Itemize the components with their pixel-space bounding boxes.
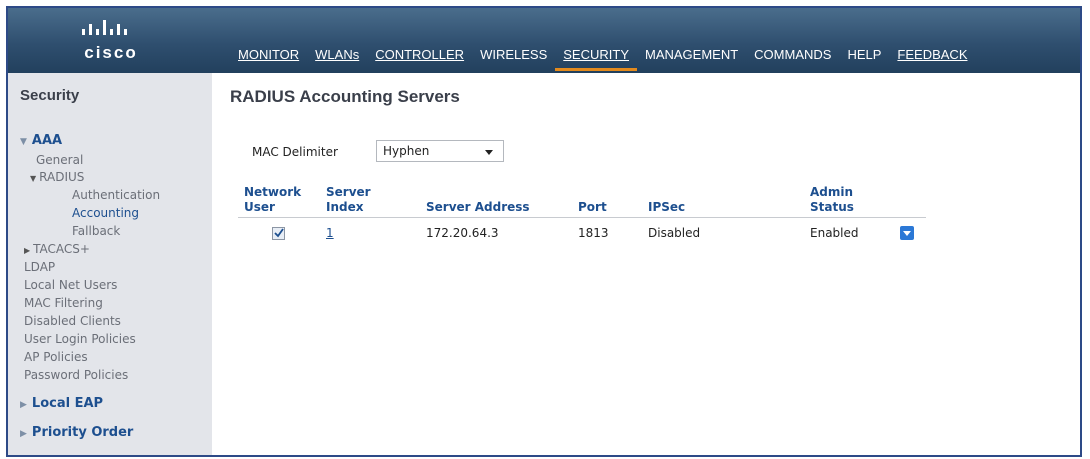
menu-monitor[interactable]: MONITOR [230, 44, 307, 71]
menu-feedback[interactable]: FEEDBACK [889, 44, 975, 71]
sidebar-item-mac-filtering[interactable]: MAC Filtering [24, 296, 103, 310]
col-network-user-line2: User [244, 200, 275, 214]
menu-controller-label: CONTROLLER [375, 47, 465, 62]
sidebar-item-radius-label: RADIUS [39, 170, 85, 184]
row-actions-dropdown-icon[interactable] [900, 226, 914, 241]
table-row: 1 172.20.64.3 1813 Disabled Enabled [238, 218, 926, 247]
col-actions [894, 185, 926, 218]
chevron-right-icon: ▶ [20, 429, 27, 439]
menu-controller[interactable]: CONTROLLER [367, 44, 472, 71]
sidebar-item-local-eap-label: Local EAP [31, 396, 104, 411]
col-admin-status-line2: Status [810, 200, 854, 214]
col-server-address: Server Address [426, 200, 530, 214]
menu-commands[interactable]: COMMANDS [746, 44, 839, 71]
cell-server-address: 172.20.64.3 [426, 226, 499, 240]
menu-wireless[interactable]: WIRELESS [472, 44, 555, 71]
cell-actions [894, 218, 926, 247]
sidebar-item-ldap[interactable]: LDAP [24, 260, 55, 274]
sidebar-item-aaa-label: AAA [31, 133, 63, 148]
sidebar-item-priority-order-label: Priority Order [31, 425, 134, 440]
menu-wlans[interactable]: WLANs [307, 44, 367, 71]
network-user-checkbox[interactable] [272, 227, 285, 240]
chevron-down-icon [485, 150, 493, 155]
chevron-down-icon: ▼ [20, 137, 27, 147]
page-title: RADIUS Accounting Servers [230, 87, 460, 106]
mac-delimiter-value: Hyphen [383, 144, 430, 158]
mac-delimiter-select[interactable]: Hyphen [376, 140, 504, 162]
col-admin-status-line1: Admin [810, 185, 854, 199]
menu-help-label: HELP [847, 47, 882, 62]
sidebar-item-general[interactable]: General [36, 153, 83, 167]
col-network-user: Network User [238, 185, 320, 218]
sidebar-item-radius[interactable]: ▼ RADIUS [30, 170, 84, 184]
cisco-wordmark: cisco [84, 43, 138, 62]
menu-management-label: MANAGEMENT [645, 47, 739, 62]
sidebar-item-user-login-policies[interactable]: User Login Policies [24, 332, 136, 346]
app-window: cisco MONITOR WLANs CONTROLLER WIRELESS … [6, 6, 1082, 457]
cell-port: 1813 [578, 226, 609, 240]
main-content: RADIUS Accounting Servers MAC Delimiter … [230, 73, 1070, 453]
menu-security-label: SECURITY [563, 47, 629, 62]
radius-servers-table: Network User Server Index Server Address… [238, 185, 926, 246]
chevron-right-icon: ▶ [20, 400, 27, 410]
sidebar-item-fallback[interactable]: Fallback [72, 224, 120, 238]
sidebar-item-local-net-users[interactable]: Local Net Users [24, 278, 117, 292]
top-nav-bar: cisco MONITOR WLANs CONTROLLER WIRELESS … [8, 8, 1080, 73]
sidebar-item-ap-policies[interactable]: AP Policies [24, 350, 88, 364]
server-index-link[interactable]: 1 [326, 226, 334, 240]
col-port: Port [578, 200, 607, 214]
sidebar-item-tacacs-label: TACACS+ [33, 242, 90, 256]
mac-delimiter-label: MAC Delimiter [252, 145, 338, 159]
sidebar-item-accounting[interactable]: Accounting [72, 206, 139, 220]
cell-network-user [238, 218, 320, 247]
menu-commands-label: COMMANDS [754, 47, 832, 62]
sidebar-item-disabled-clients[interactable]: Disabled Clients [24, 314, 121, 328]
cell-admin-status: Enabled [810, 226, 859, 240]
table-header-row: Network User Server Index Server Address… [238, 185, 926, 218]
checkmark-icon [274, 228, 284, 238]
col-server-index-line2: Index [326, 200, 364, 214]
col-admin-status: Admin Status [804, 185, 894, 218]
chevron-down-icon: ▼ [30, 174, 37, 183]
menu-feedback-label: FEEDBACK [897, 47, 968, 62]
sidebar: Security ▼ AAA General ▼ RADIUS Authentica… [8, 73, 212, 455]
cell-ipsec: Disabled [648, 226, 701, 240]
cell-server-index: 1 [320, 218, 420, 247]
menu-wireless-label: WIRELESS [480, 47, 548, 62]
sidebar-item-local-eap[interactable]: ▶ Local EAP [20, 396, 103, 411]
sidebar-item-aaa[interactable]: ▼ AAA [20, 133, 62, 148]
col-server-index: Server Index [320, 185, 420, 218]
chevron-right-icon: ▶ [24, 246, 31, 255]
menu-wlans-label: WLANs [315, 47, 360, 62]
menu-management[interactable]: MANAGEMENT [637, 44, 746, 71]
main-menu: MONITOR WLANs CONTROLLER WIRELESS SECURI… [230, 44, 976, 73]
col-ipsec: IPSec [648, 200, 686, 214]
sidebar-item-authentication[interactable]: Authentication [72, 188, 160, 202]
sidebar-item-priority-order[interactable]: ▶ Priority Order [20, 425, 133, 440]
sidebar-title: Security [20, 87, 80, 104]
sidebar-item-password-policies[interactable]: Password Policies [24, 368, 128, 382]
col-server-index-line1: Server [326, 185, 371, 199]
cisco-bridge-icon [82, 20, 127, 35]
col-network-user-line1: Network [244, 185, 302, 199]
cisco-logo: cisco [66, 19, 156, 63]
menu-help[interactable]: HELP [839, 44, 889, 71]
menu-monitor-label: MONITOR [238, 47, 300, 62]
sidebar-item-tacacs[interactable]: ▶ TACACS+ [24, 242, 90, 256]
menu-security[interactable]: SECURITY [555, 44, 637, 71]
